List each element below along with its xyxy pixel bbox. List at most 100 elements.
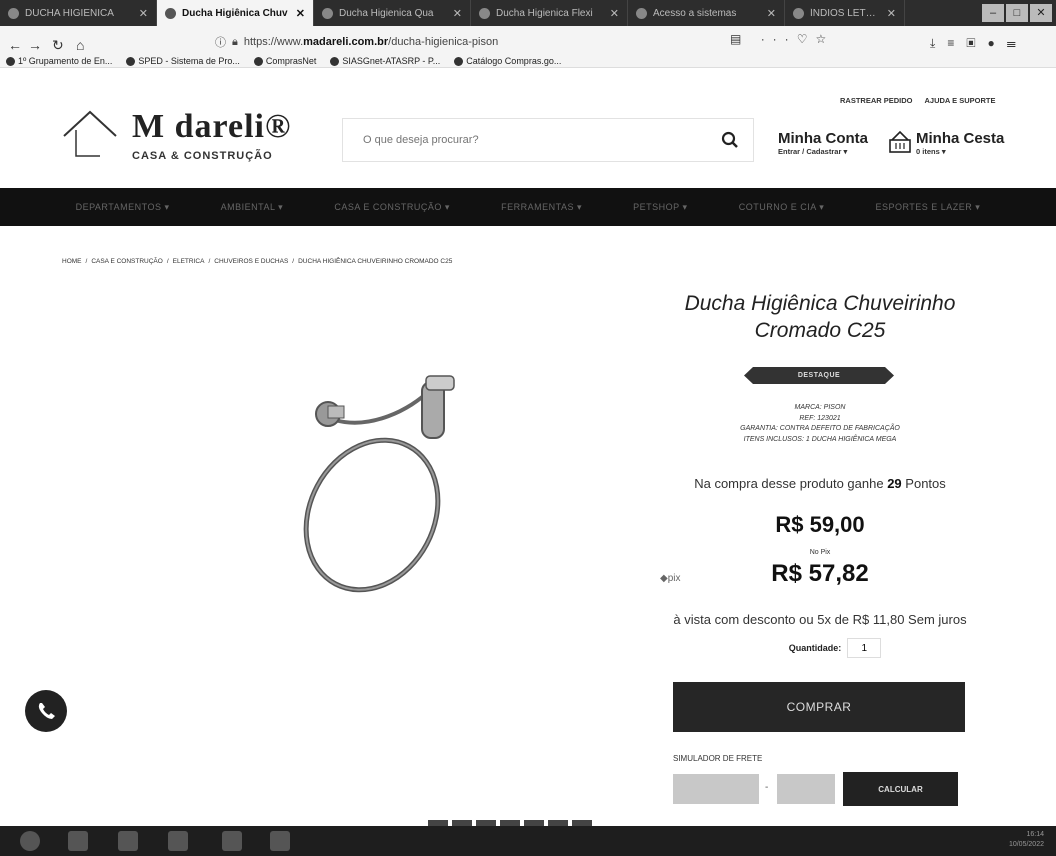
category-nav: DEPARTAMENTOS ▾ AMBIENTAL ▾ CASA E CONST… [0,188,1056,226]
tab-close-icon[interactable]: ✕ [887,7,896,20]
tab-close-icon[interactable]: ✕ [610,7,619,20]
help-support-link[interactable]: AJUDA E SUPORTE [925,96,996,105]
cart-subtitle: 0 itens ▾ [916,147,946,156]
library-icon[interactable]: ≡ [947,36,966,50]
whatsapp-icon[interactable] [25,690,67,732]
nav-item-departamentos[interactable]: DEPARTAMENTOS ▾ [76,202,170,213]
featured-badge: DESTAQUE [744,367,894,384]
account-icon[interactable]: ● [987,36,1006,50]
pocket-icon[interactable]: ♡ [797,32,816,46]
more-actions-icon[interactable]: ··· [761,32,797,46]
sidebar-icon[interactable]: ▣ [966,36,987,50]
browser-tab[interactable]: Ducha Higienica Qua ✕ [314,0,471,26]
toolbar-icons: ⤓≡▣●☰ [930,36,1028,51]
search-icon[interactable] [721,131,739,149]
nav-item-esportes[interactable]: ESPORTES E LAZER ▾ [875,202,980,213]
bookmark-item[interactable]: Catálogo Compras.go... [454,54,561,68]
start-icon[interactable] [20,831,40,851]
basket-icon [889,130,911,153]
tab-close-icon[interactable]: ✕ [767,7,776,20]
cep-input-2[interactable] [777,774,835,804]
breadcrumb-item[interactable]: CHUVEIROS E DUCHAS [214,258,288,265]
bookmark-item[interactable]: 1º Grupamento de En... [6,54,112,68]
ie-icon[interactable] [68,831,88,851]
url-prefix: https://www. [243,36,304,48]
bookmark-star-icon[interactable]: ☆ [815,32,834,46]
tab-close-icon[interactable]: ✕ [453,7,462,20]
back-icon[interactable]: ← [8,37,22,53]
clock-date: 10/05/2022 [1008,841,1044,848]
spec-brand: MARCA: PISON [794,404,846,411]
nav-item-ambiental[interactable]: AMBIENTAL ▾ [221,202,284,213]
cep-input-1[interactable] [673,774,759,804]
tab-favicon-icon [636,7,647,19]
globe-icon [253,56,263,66]
globe-icon [126,56,136,66]
browser-tab[interactable]: DUCHA HIGIENICA ✕ [0,0,157,26]
lock-icon: 🔒︎ [232,35,238,48]
tab-favicon-icon [8,7,19,19]
menu-icon[interactable]: ☰ [1007,36,1028,50]
site-logo[interactable]: M dareli® CASA & CONSTRUÇÃO [62,108,292,168]
cep-dash: - [765,782,769,793]
nav-item-ferramentas[interactable]: FERRAMENTAS ▾ [501,202,582,213]
reader-view-icon[interactable]: ▤ [730,32,749,46]
globe-icon [330,56,340,66]
breadcrumb-item[interactable]: CASA E CONSTRUÇÃO [91,258,163,265]
nav-item-casa-construcao[interactable]: CASA E CONSTRUÇÃO ▾ [334,202,450,213]
clock-time: 16:14 [1026,831,1044,838]
cart-menu[interactable]: Minha Cesta 0 itens ▾ [888,130,1004,156]
site-info-icon[interactable]: ⓘ [215,34,226,50]
minimize-icon[interactable]: – [982,4,1004,22]
forward-icon[interactable]: → [28,37,42,53]
calculate-shipping-button[interactable]: CALCULAR [843,772,958,806]
browser-tab-active[interactable]: Ducha Higiênica Chuv ✕ [157,0,314,26]
browser-tab[interactable]: Acesso a sistemas ✕ [628,0,785,26]
spec-included: ITENS INCLUSOS: 1 DUCHA HIGIÊNICA MEGA [743,435,897,443]
tab-favicon-icon [165,7,176,19]
browser-tab[interactable]: ÍNDIOS LETRA - Pesq✕ [785,0,905,26]
url-domain: madareli.com.br [303,36,389,48]
quantity-input[interactable] [847,638,882,658]
maximize-icon[interactable]: □ [1006,4,1028,22]
tab-close-icon[interactable]: ✕ [296,7,305,20]
quantity-label: Quantidade: [788,643,842,653]
browser-tab[interactable]: Ducha Higienica Flexi ✕ [471,0,628,26]
bookmarks-bar: 1º Grupamento de En... SPED - Sistema de… [0,54,1056,68]
nav-item-petshop[interactable]: PETSHOP ▾ [633,202,687,213]
tab-favicon-icon [479,7,490,19]
downloads-icon[interactable]: ⤓ [930,36,947,50]
tab-close-icon[interactable]: ✕ [139,7,148,20]
clock[interactable]: 16:14 10/05/2022 [1009,830,1044,850]
quantity-row: Quantidade: [640,638,1000,658]
breadcrumb-item[interactable]: ELETRICA [173,258,205,265]
pix-label: No Pix [809,549,831,556]
buy-button[interactable]: COMPRAR [673,682,965,732]
word-icon[interactable] [270,831,290,851]
bookmark-item[interactable]: SPED - Sistema de Pro... [126,54,240,68]
browser-tabbar: DUCHA HIGIENICA ✕ Ducha Higiênica Chuv ✕ D… [0,0,1056,26]
logo-subtitle: CASA & CONSTRUÇÃO [132,150,273,162]
bookmark-item[interactable]: SIASGnet-ATASRP - P... [330,54,440,68]
tab-favicon-icon [793,7,804,19]
taskbar: 16:14 10/05/2022 [0,826,1056,856]
home-icon[interactable]: ⌂ [76,37,84,53]
media-player-icon[interactable] [168,831,188,851]
url-path: /ducha-higienica-pison [388,36,499,48]
track-order-link[interactable]: RASTREAR PEDIDO [840,96,913,105]
close-window-icon[interactable]: ✕ [1030,4,1052,22]
address-bar[interactable]: ⓘ 🔒︎ https://www.madareli.com.br/ducha-h… [215,32,750,52]
breadcrumb-item[interactable]: HOME [62,258,82,265]
account-subtitle: Entrar / Cadastrar ▾ [778,147,848,156]
file-explorer-icon[interactable] [118,831,138,851]
bookmark-item[interactable]: ComprasNet [253,54,316,68]
reload-icon[interactable]: ↻ [52,37,64,54]
firefox-icon[interactable] [222,831,242,851]
spec-ref: REF: 123021 [799,414,841,422]
search-input[interactable] [343,119,713,161]
product-image[interactable] [260,370,540,600]
account-menu[interactable]: Minha Conta Entrar / Cadastrar ▾ [778,130,868,156]
breadcrumb: HOME / CASA E CONSTRUÇÃO / ELETRICA / CHUVE… [62,258,453,265]
pix-price: R$ 57,82 [771,560,869,587]
nav-item-coturno[interactable]: COTURNO E CIA ▾ [739,202,825,213]
